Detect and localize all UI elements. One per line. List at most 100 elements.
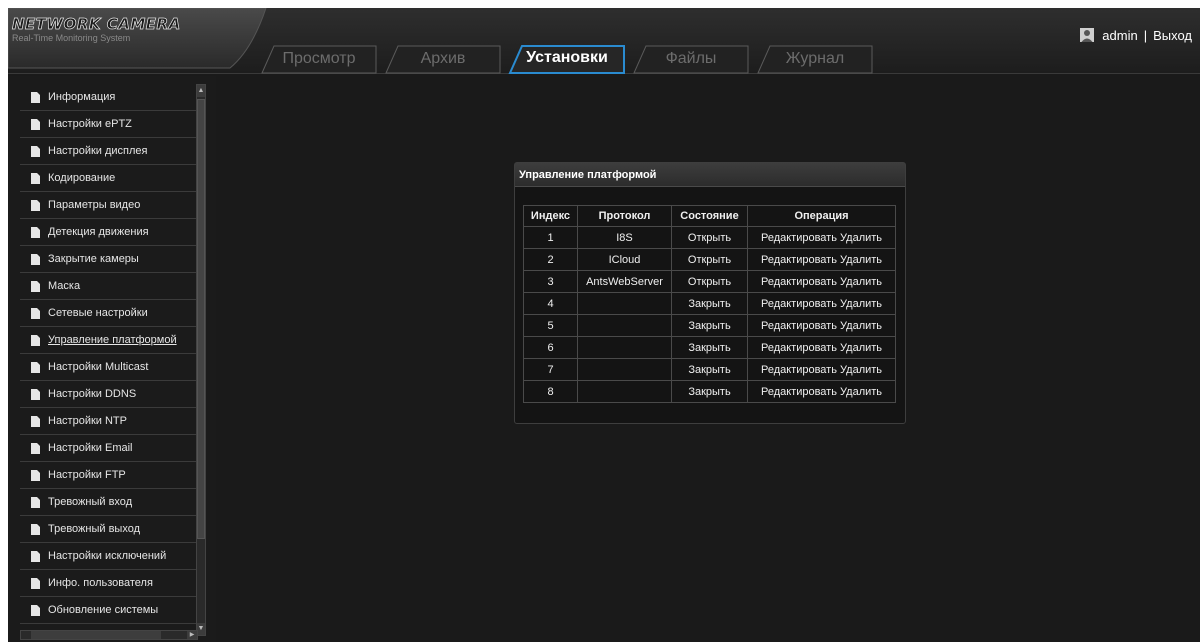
delete-link[interactable]: Удалить <box>840 254 882 266</box>
document-icon <box>31 226 40 238</box>
delete-link[interactable]: Удалить <box>840 320 882 332</box>
index-cell: 8 <box>523 380 578 403</box>
edit-link[interactable]: Редактировать <box>761 298 837 310</box>
delete-link[interactable]: Удалить <box>840 232 882 244</box>
sidebar-item-16[interactable]: Тревожный выход <box>20 516 206 543</box>
scroll-up-arrow-icon[interactable]: ▲ <box>197 85 205 97</box>
sidebar-item-label: Управление платформой <box>48 334 177 346</box>
document-icon <box>31 253 40 265</box>
state-cell: Закрыть <box>671 380 748 403</box>
sidebar-item-19[interactable]: Обновление системы <box>20 597 206 624</box>
sidebar-item-18[interactable]: Инфо. пользователя <box>20 570 206 597</box>
sidebar-item-label: Настройки NTP <box>48 415 127 427</box>
delete-link[interactable]: Удалить <box>840 386 882 398</box>
tab-label: Архив <box>420 50 466 67</box>
table-row: 4 Закрыть Редактировать Удалить <box>523 292 896 315</box>
state-cell: Открыть <box>671 270 748 293</box>
sidebar-item-17[interactable]: Настройки исключений <box>20 543 206 570</box>
operation-cell: Редактировать Удалить <box>747 270 896 293</box>
sidebar-item-6[interactable]: Закрытие камеры <box>20 246 206 273</box>
protocol-cell: AntsWebServer <box>577 270 672 293</box>
delete-link[interactable]: Удалить <box>840 364 882 376</box>
sidebar-item-label: Тревожный вход <box>48 496 133 508</box>
index-cell: 7 <box>523 358 578 381</box>
tab-1[interactable]: Архив <box>384 44 502 74</box>
tab-label: Журнал <box>785 50 845 67</box>
platform-table: Индекс Протокол Состояние Операция 1 I8S О… <box>523 205 896 403</box>
sidebar-item-4[interactable]: Параметры видео <box>20 192 206 219</box>
state-cell: Открыть <box>671 226 748 249</box>
sidebar-item-7[interactable]: Маска <box>20 273 206 300</box>
scroll-right-arrow-icon[interactable]: ▶ <box>187 631 197 639</box>
vertical-scroll-thumb[interactable] <box>197 99 205 539</box>
delete-link[interactable]: Удалить <box>840 342 882 354</box>
sidebar-item-label: Инфо. пользователя <box>48 577 153 589</box>
edit-link[interactable]: Редактировать <box>761 254 837 266</box>
document-icon <box>31 199 40 211</box>
sidebar-item-0[interactable]: Информация <box>20 84 206 111</box>
index-cell: 3 <box>523 270 578 293</box>
state-cell: Закрыть <box>671 314 748 337</box>
sidebar: Информация Настройки ePTZ Настройки диспле… <box>8 76 216 642</box>
protocol-cell: ICloud <box>577 248 672 271</box>
tab-2[interactable]: Установки <box>508 44 626 74</box>
protocol-cell <box>577 292 672 315</box>
index-cell: 5 <box>523 314 578 337</box>
tab-4[interactable]: Журнал <box>756 44 874 74</box>
sidebar-item-5[interactable]: Детекция движения <box>20 219 206 246</box>
sidebar-horizontal-scrollbar[interactable]: ▶ <box>20 630 198 640</box>
document-icon <box>31 550 40 562</box>
protocol-cell: I8S <box>577 226 672 249</box>
tab-3[interactable]: Файлы <box>632 44 750 74</box>
document-icon <box>31 577 40 589</box>
document-icon <box>31 91 40 103</box>
header: NETWORK CAMERA Real-Time Monitoring Syst… <box>8 8 1200 74</box>
sidebar-item-2[interactable]: Настройки дисплея <box>20 138 206 165</box>
sidebar-item-3[interactable]: Кодирование <box>20 165 206 192</box>
document-icon <box>31 118 40 130</box>
horizontal-scroll-thumb[interactable] <box>31 631 161 639</box>
sidebar-item-12[interactable]: Настройки NTP <box>20 408 206 435</box>
edit-link[interactable]: Редактировать <box>761 342 837 354</box>
sidebar-item-10[interactable]: Настройки Multicast <box>20 354 206 381</box>
user-separator: | <box>1143 27 1148 43</box>
edit-link[interactable]: Редактировать <box>761 276 837 288</box>
logout-link[interactable]: Выход <box>1153 28 1192 43</box>
edit-link[interactable]: Редактировать <box>761 364 837 376</box>
tab-0[interactable]: Просмотр <box>260 44 378 74</box>
sidebar-item-label: Информация <box>48 91 116 103</box>
sidebar-item-1[interactable]: Настройки ePTZ <box>20 111 206 138</box>
sidebar-item-9[interactable]: Управление платформой <box>20 327 206 354</box>
document-icon <box>31 469 40 481</box>
document-icon <box>31 145 40 157</box>
protocol-cell <box>577 314 672 337</box>
sidebar-item-14[interactable]: Настройки FTP <box>20 462 206 489</box>
edit-link[interactable]: Редактировать <box>761 386 837 398</box>
edit-link[interactable]: Редактировать <box>761 320 837 332</box>
sidebar-vertical-scrollbar[interactable]: ▲ ▼ <box>196 84 206 636</box>
document-icon <box>31 496 40 508</box>
table-header-row: Индекс Протокол Состояние Операция <box>523 205 896 227</box>
delete-link[interactable]: Удалить <box>840 276 882 288</box>
table-row: 1 I8S Открыть Редактировать Удалить <box>523 226 896 249</box>
table-row: 5 Закрыть Редактировать Удалить <box>523 314 896 337</box>
sidebar-item-label: Обновление системы <box>48 604 159 616</box>
sidebar-item-11[interactable]: Настройки DDNS <box>20 381 206 408</box>
scroll-down-arrow-icon[interactable]: ▼ <box>197 623 205 635</box>
sidebar-item-label: Тревожный выход <box>48 523 141 535</box>
app-window: NETWORK CAMERA Real-Time Monitoring Syst… <box>8 8 1200 642</box>
sidebar-item-15[interactable]: Тревожный вход <box>20 489 206 516</box>
protocol-cell <box>577 336 672 359</box>
index-cell: 4 <box>523 292 578 315</box>
sidebar-item-label: Детекция движения <box>48 226 149 238</box>
state-cell: Закрыть <box>671 358 748 381</box>
panel-title: Управление платформой <box>515 163 905 187</box>
edit-link[interactable]: Редактировать <box>761 232 837 244</box>
sidebar-item-label: Кодирование <box>48 172 116 184</box>
delete-link[interactable]: Удалить <box>840 298 882 310</box>
sidebar-item-8[interactable]: Сетевые настройки <box>20 300 206 327</box>
sidebar-item-label: Настройки DDNS <box>48 388 137 400</box>
sidebar-item-label: Сетевые настройки <box>48 307 148 319</box>
table-row: 7 Закрыть Редактировать Удалить <box>523 358 896 381</box>
sidebar-item-13[interactable]: Настройки Email <box>20 435 206 462</box>
